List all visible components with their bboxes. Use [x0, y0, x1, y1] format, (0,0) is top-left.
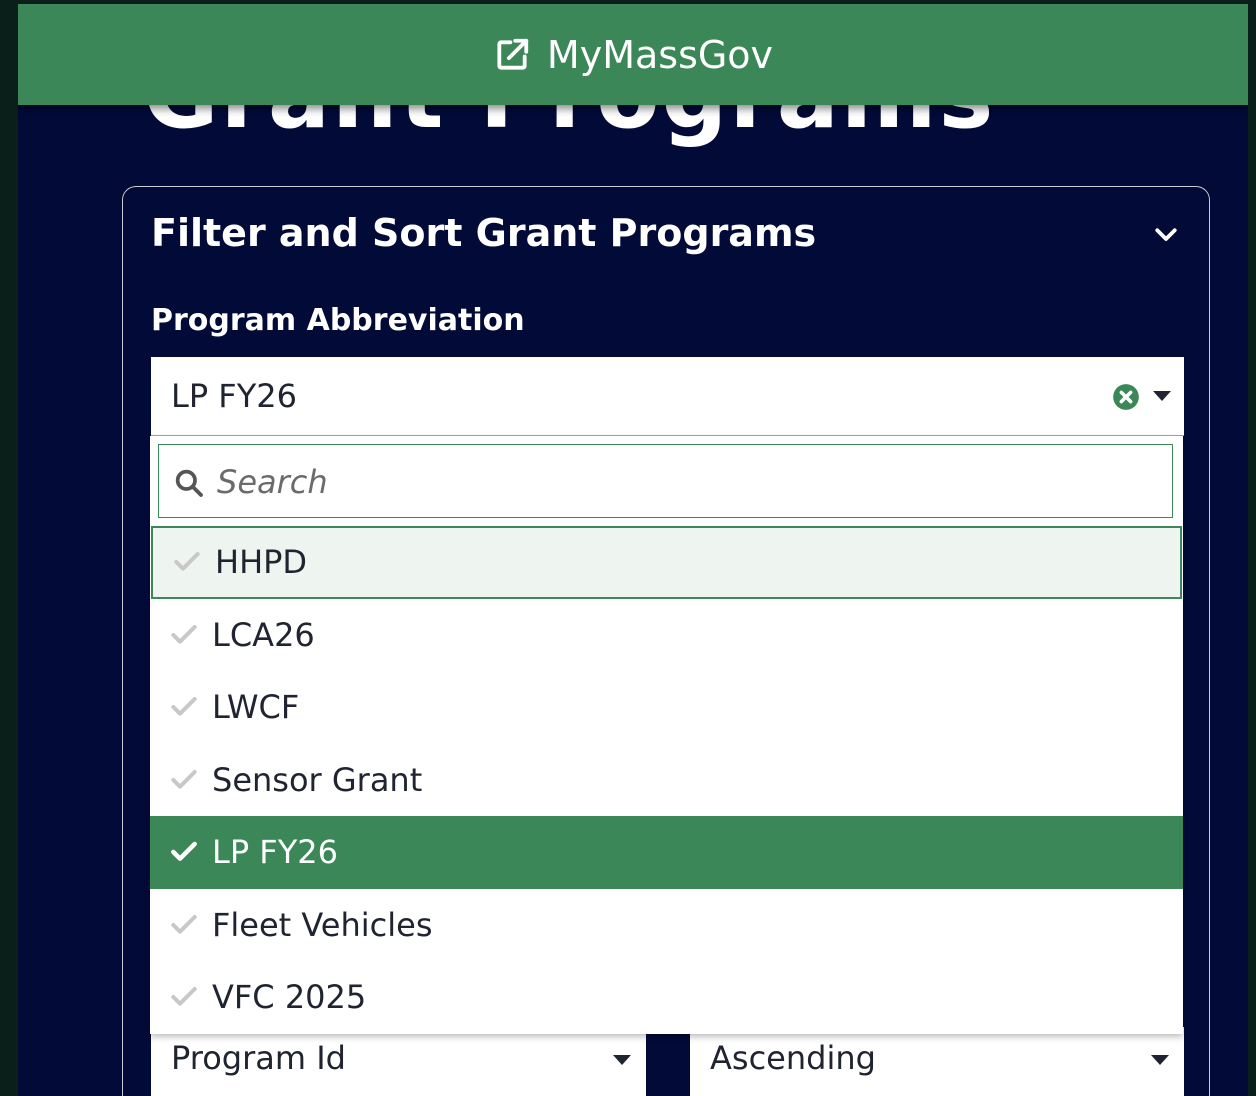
- caret-down-icon[interactable]: [612, 1051, 632, 1069]
- option-label: VFC 2025: [212, 978, 367, 1017]
- search-input[interactable]: [215, 457, 1149, 507]
- check-icon: [168, 836, 200, 868]
- caret-down-icon[interactable]: [1150, 1051, 1170, 1069]
- sort-field-select[interactable]: Program Id: [151, 1027, 646, 1096]
- option-label: LCA26: [212, 615, 315, 654]
- external-link-icon[interactable]: [493, 36, 531, 74]
- check-icon: [168, 981, 200, 1013]
- program-abbreviation-dropdown: HHPD LCA26 LWCF Sensor Grant LP FY26: [150, 436, 1183, 1034]
- option-lp-fy26[interactable]: LP FY26: [150, 816, 1183, 889]
- option-vfc-2025[interactable]: VFC 2025: [150, 961, 1183, 1034]
- caret-down-icon[interactable]: [1152, 387, 1172, 405]
- chevron-down-icon[interactable]: [1151, 219, 1181, 249]
- mymassgov-link[interactable]: MyMassGov: [547, 33, 773, 77]
- clear-selection-icon[interactable]: [1112, 383, 1140, 411]
- check-icon: [168, 619, 200, 651]
- option-label: LP FY26: [212, 833, 338, 872]
- option-hhpd[interactable]: HHPD: [151, 526, 1182, 599]
- option-label: Sensor Grant: [212, 760, 423, 799]
- top-banner: MyMassGov: [18, 4, 1248, 105]
- search-box: [158, 444, 1173, 518]
- check-icon: [171, 546, 203, 578]
- program-abbreviation-label: Program Abbreviation: [151, 303, 525, 338]
- option-list: HHPD LCA26 LWCF Sensor Grant LP FY26 Fle…: [150, 526, 1183, 1034]
- panel-title[interactable]: Filter and Sort Grant Programs: [151, 211, 816, 255]
- selected-value: LP FY26: [171, 377, 297, 415]
- sort-order-value: Ascending: [710, 1039, 876, 1077]
- option-label: LWCF: [212, 688, 300, 727]
- program-abbreviation-select[interactable]: LP FY26: [151, 357, 1184, 436]
- option-lca26[interactable]: LCA26: [150, 599, 1183, 672]
- option-fleet-vehicles[interactable]: Fleet Vehicles: [150, 889, 1183, 962]
- option-lwcf[interactable]: LWCF: [150, 671, 1183, 744]
- check-icon: [168, 764, 200, 796]
- check-icon: [168, 691, 200, 723]
- search-icon: [173, 467, 205, 499]
- sort-order-select[interactable]: Ascending: [690, 1027, 1184, 1096]
- option-label: HHPD: [215, 543, 308, 582]
- check-icon: [168, 909, 200, 941]
- option-label: Fleet Vehicles: [212, 905, 433, 944]
- option-sensor-grant[interactable]: Sensor Grant: [150, 744, 1183, 817]
- sort-field-value: Program Id: [171, 1039, 346, 1077]
